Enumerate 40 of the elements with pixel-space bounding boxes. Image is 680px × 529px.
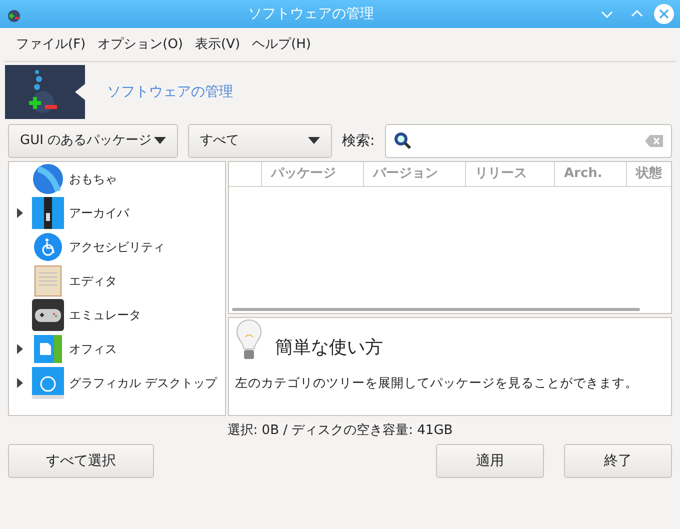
zipper-icon <box>32 197 64 229</box>
category-item[interactable]: グラフィカル デスクトップ <box>9 366 225 400</box>
pointer-notch <box>75 84 85 100</box>
expand-arrow-icon[interactable] <box>17 378 23 388</box>
help-text: 左のカテゴリのツリーを展開してパッケージを見ることができます。 <box>235 374 639 392</box>
clear-icon[interactable] <box>645 135 663 147</box>
menu-item[interactable]: オプション(O) <box>92 34 190 54</box>
category-item[interactable]: エミュレータ <box>9 298 225 332</box>
category-item[interactable]: アクセシビリティ <box>9 230 225 264</box>
monitor-icon <box>32 367 64 399</box>
notepad-icon <box>32 265 64 297</box>
search-label: 検索: <box>342 132 375 150</box>
ball-icon <box>32 163 64 195</box>
help-title: 簡単な使い方 <box>275 336 383 360</box>
category-item[interactable]: アーカイバ <box>9 196 225 230</box>
wheelchair-icon <box>32 231 64 263</box>
close-icon[interactable] <box>654 4 674 24</box>
banner-title: ソフトウェアの管理 <box>107 82 233 102</box>
filter-dropdown[interactable]: すべて <box>188 124 332 158</box>
menu-item[interactable]: ファイル(F) <box>10 34 92 54</box>
expand-arrow-icon[interactable] <box>17 344 23 354</box>
gamepad-icon <box>32 299 64 331</box>
category-item[interactable]: エディタ <box>9 264 225 298</box>
scrollbar[interactable] <box>232 308 640 311</box>
category-item[interactable]: オフィス <box>9 332 225 366</box>
select-all-button[interactable]: すべて選択 <box>8 444 154 478</box>
document-icon <box>32 333 64 365</box>
expand-arrow-icon[interactable] <box>17 208 23 218</box>
action-button[interactable]: 適用 <box>436 444 544 478</box>
menu-item[interactable]: 表示(V) <box>189 34 246 54</box>
status-text: 選択: 0B / ディスクの空き容量: 41GB <box>226 422 454 440</box>
search-field[interactable] <box>384 124 672 158</box>
category-item[interactable]: おもちゃ <box>9 162 225 196</box>
caret-icon <box>308 137 320 145</box>
caret-icon <box>154 137 166 145</box>
window-title: ソフトウェアの管理 <box>247 4 375 24</box>
action-button[interactable]: 終了 <box>564 444 672 478</box>
search-icon <box>394 132 412 150</box>
filter-dropdown[interactable]: GUI のあるパッケージ <box>8 124 178 158</box>
menu-item[interactable]: ヘルプ(H) <box>246 34 317 54</box>
